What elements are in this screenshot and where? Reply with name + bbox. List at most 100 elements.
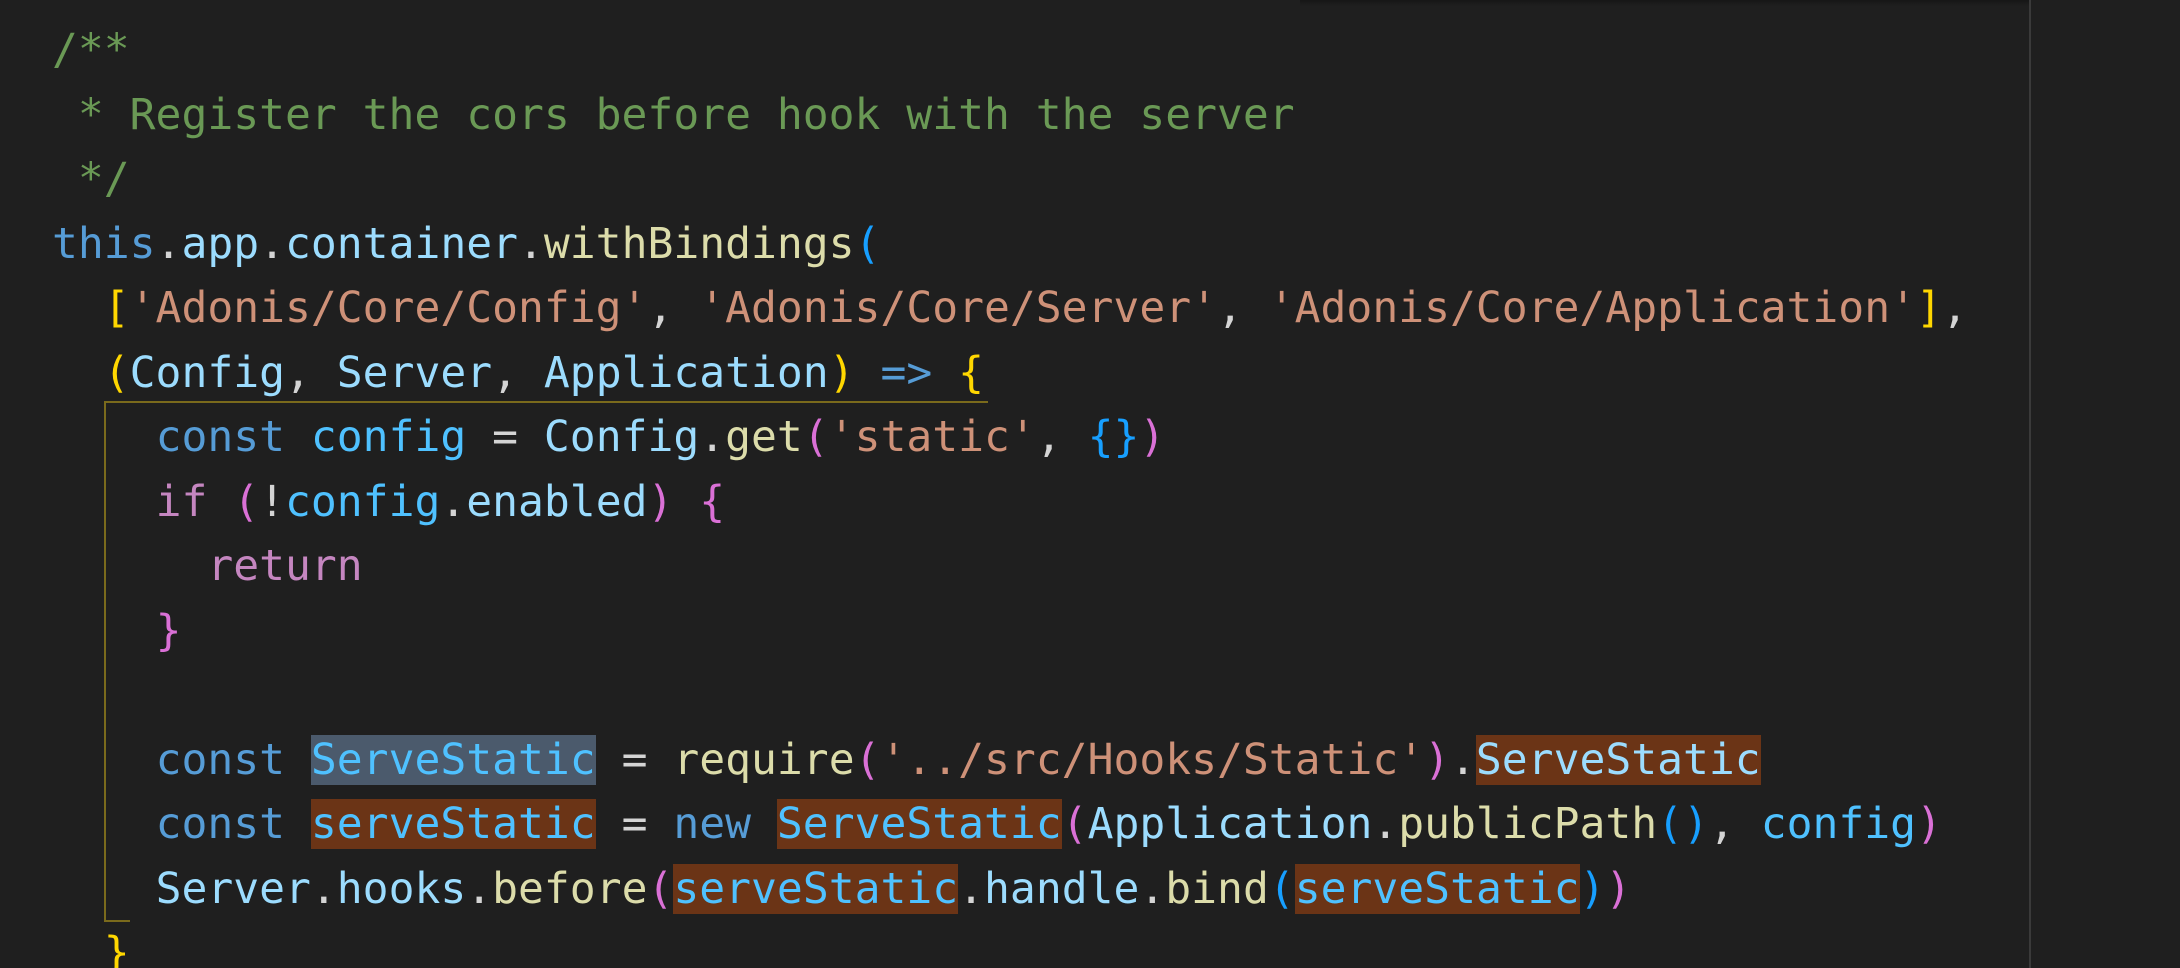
code-token: if [155,476,208,527]
code-token: . [699,412,726,462]
code-token: get [725,412,803,462]
code-line[interactable]: const config = Config.get('static', {}) [52,405,1166,469]
code-token: . [1139,863,1166,914]
code-token: ) [828,347,855,398]
code-token: return [207,541,363,591]
code-token: ( [854,734,881,785]
code-token: ( [802,412,829,462]
code-token: { [958,347,985,398]
code-token: Application [1087,799,1373,849]
code-line[interactable]: if (!config.enabled) { [52,470,726,534]
code-token: hooks [336,863,467,914]
code-token: Config [543,412,700,462]
code-line[interactable]: this.app.container.withBindings( [52,212,880,276]
code-token: * Register the cors before hook with the… [52,89,1295,140]
code-token: ) [1605,863,1632,914]
code-token: ( [647,863,674,914]
code-line[interactable]: Server.hooks.before(serveStatic.handle.b… [52,857,1631,921]
code-token: ( [854,218,881,269]
code-line[interactable]: } [52,921,130,968]
code-line[interactable]: /** [52,18,130,82]
code-token: 'Adonis/Core/Config' [129,283,648,333]
code-token: ) [1424,734,1451,785]
code-token: {} [1087,412,1140,462]
code-token: , [285,347,337,398]
code-token: enabled [466,476,648,527]
code-token: . [1450,734,1476,785]
code-token: () [1657,799,1709,849]
code-token: { [699,476,726,527]
code-token: 'Adonis/Core/Server' [699,283,1217,333]
code-token: . [466,863,493,914]
code-token: config [310,412,467,462]
code-token: this [52,218,156,269]
code-line[interactable]: * Register the cors before hook with the… [52,83,1295,147]
code-token: ) [1916,799,1942,849]
code-token: before [492,863,648,914]
code-token: . [310,863,337,914]
code-token: ) [1139,412,1166,462]
code-line[interactable]: const ServeStatic = require('../src/Hook… [52,728,1761,792]
code-token: Server [155,863,311,914]
code-line[interactable]: return [52,534,363,598]
code-token: '../src/Hooks/Static' [880,734,1425,785]
scroll-shadow [1300,0,2030,6]
code-token: /** [52,25,130,75]
code-token: const [155,412,286,462]
code-token: = [595,799,674,849]
code-line[interactable]: } [52,599,182,663]
code-token: , [647,283,700,333]
code-token: const [155,734,286,785]
code-token: require [673,734,855,785]
code-token: ServeStatic [776,799,1062,849]
code-token: . [958,863,985,914]
code-token: => [880,347,933,398]
code-line[interactable]: ['Adonis/Core/Config', 'Adonis/Core/Serv… [52,276,1968,340]
code-token: new [673,799,752,849]
code-line[interactable]: */ [52,147,130,211]
code-token: , [1216,283,1269,333]
code-token: ) [1579,863,1606,914]
code-token: . [1372,799,1399,849]
code-token: serveStatic [1294,863,1580,914]
code-token: serveStatic [673,863,959,914]
code-line[interactable]: (Config, Server, Application) => { [52,341,984,405]
code-token: bind [1165,863,1269,914]
code-editor[interactable]: /** * Register the cors before hook with… [0,0,2180,968]
code-token: ServeStatic [310,734,596,785]
code-token: } [155,605,182,656]
code-token: Application [543,347,829,398]
code-token: container [285,218,519,269]
code-token: Server [336,347,493,398]
code-line[interactable]: const serveStatic = new ServeStatic(Appl… [52,792,1942,856]
code-token: . [259,218,286,269]
code-token: publicPath [1398,799,1658,849]
code-token: , [1941,283,1968,333]
code-token: ] [1915,283,1942,333]
code-token: . [440,476,467,527]
code-token: withBindings [543,218,855,269]
code-token: } [103,928,130,968]
code-token: app [181,218,260,269]
code-token: . [155,218,182,269]
code-token: Config [129,347,286,398]
code-token: ( [233,476,260,527]
code-token: serveStatic [310,799,596,849]
code-token: = [466,412,544,462]
code-token: ( [103,347,130,398]
